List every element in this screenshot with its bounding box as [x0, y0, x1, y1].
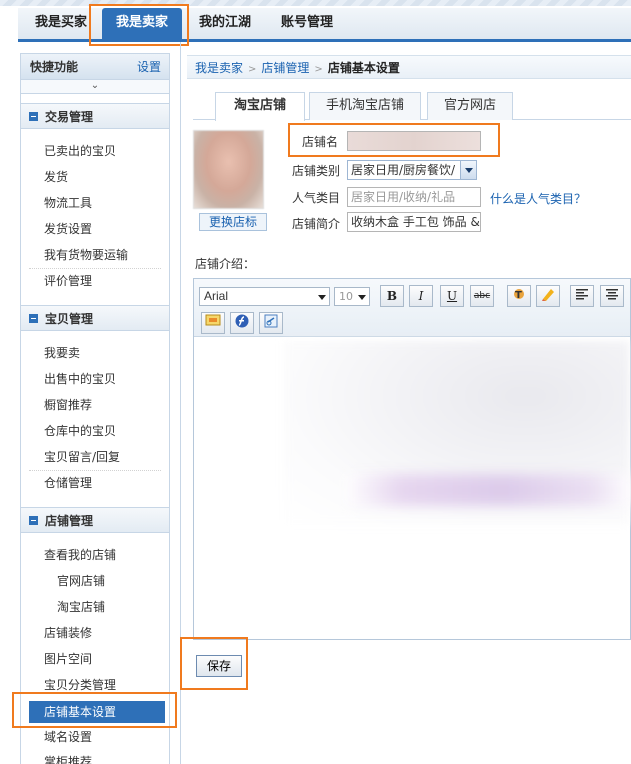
highlight-basic-settings: [12, 692, 177, 728]
collapse-icon: [29, 112, 38, 121]
align-center-icon[interactable]: [600, 285, 624, 307]
shop-category-value: 居家日用/厨房餐饮/: [351, 163, 456, 177]
font-size-select[interactable]: 10: [334, 287, 370, 306]
shop-category-select[interactable]: 居家日用/厨房餐饮/: [347, 160, 477, 180]
divider: [29, 470, 161, 471]
section-shop-management[interactable]: 店铺管理: [21, 507, 169, 533]
svg-text:T: T: [515, 290, 522, 301]
font-family-select[interactable]: Arial: [199, 287, 330, 306]
popular-category-help-link[interactable]: 什么是人气类目？: [490, 190, 586, 207]
highlight-save-button: [180, 637, 248, 690]
breadcrumb-current: 店铺基本设置: [327, 61, 400, 75]
text-color-icon[interactable]: T: [507, 285, 531, 307]
sidebar-item-reviews[interactable]: 评价管理: [44, 270, 169, 292]
sidebar-item-messages[interactable]: 宝贝留言/回复: [44, 446, 169, 468]
section-title: 宝贝管理: [45, 312, 94, 326]
quick-functions-header: 快捷功能 设置: [21, 54, 169, 80]
popular-category-label: 人气类目: [292, 191, 341, 205]
sidebar-item-domain[interactable]: 域名设置: [44, 726, 169, 748]
font-size-value: 10: [339, 290, 353, 303]
change-logo-button[interactable]: 更换店标: [199, 213, 267, 231]
quick-functions-title: 快捷功能: [30, 60, 79, 74]
section-title: 店铺管理: [45, 514, 94, 528]
sidebar-item-view-shop[interactable]: 查看我的店铺: [44, 544, 169, 566]
popular-category-input[interactable]: 居家日用/收纳/礼品: [347, 187, 481, 207]
divider: [29, 268, 161, 269]
shop-logo-image: [193, 130, 264, 209]
tab-jianghu[interactable]: 我的江湖: [188, 8, 262, 39]
sidebar-item-storage[interactable]: 仓储管理: [44, 472, 169, 494]
chevron-down-icon[interactable]: ⌄: [21, 80, 169, 94]
shop-tabs: 淘宝店铺 手机淘宝店铺 官方网店: [193, 92, 631, 121]
insert-flash-icon[interactable]: [230, 312, 254, 334]
sidebar-item-warehouse[interactable]: 仓库中的宝贝: [44, 420, 169, 442]
highlight-pen-icon[interactable]: [536, 285, 560, 307]
chevron-down-icon: [460, 161, 476, 179]
collapse-icon: [29, 516, 38, 525]
sidebar-item-image-space[interactable]: 图片空间: [44, 648, 169, 670]
highlight-seller-tab: [89, 4, 189, 46]
sidebar-item-transport[interactable]: 我有货物要运输: [44, 244, 169, 266]
section-item-management[interactable]: 宝贝管理: [21, 305, 169, 331]
tab-buyer[interactable]: 我是买家: [24, 8, 98, 39]
sidebar-item-decoration[interactable]: 店铺装修: [44, 622, 169, 644]
shop-intro-input[interactable]: 收纳木盒 手工包 饰品 &: [347, 212, 481, 232]
sidebar-item-sell[interactable]: 我要卖: [44, 342, 169, 364]
sidebar-item-ship-settings[interactable]: 发货设置: [44, 218, 169, 240]
quick-settings-link[interactable]: 设置: [137, 54, 161, 80]
shop-intro-label: 店铺简介: [292, 217, 341, 231]
sidebar-item-recommend[interactable]: 掌柜推荐: [44, 751, 169, 764]
breadcrumb-link-shop[interactable]: 店铺管理: [261, 61, 309, 75]
tab-official-shop[interactable]: 官方网店: [427, 92, 513, 120]
sidebar-item-taobao-shop[interactable]: 淘宝店铺: [57, 596, 182, 618]
align-left-icon[interactable]: [570, 285, 594, 307]
section-trade-management[interactable]: 交易管理: [21, 103, 169, 129]
collapse-icon: [29, 314, 38, 323]
strikethrough-button[interactable]: abc: [470, 285, 494, 307]
highlight-shop-name: [288, 123, 500, 157]
bold-button[interactable]: B: [380, 285, 404, 307]
section-title: 交易管理: [45, 110, 94, 124]
shop-category-label: 店铺类别: [292, 164, 341, 178]
chevron-right-icon: >: [314, 64, 323, 75]
rich-text-editor: Arial 10 B I U abc T: [193, 278, 631, 640]
tab-taobao-shop[interactable]: 淘宝店铺: [215, 92, 305, 121]
insert-link-icon[interactable]: [259, 312, 283, 334]
breadcrumb: 我是卖家 > 店铺管理 > 店铺基本设置: [187, 55, 631, 79]
breadcrumb-link-seller[interactable]: 我是卖家: [195, 61, 243, 75]
chevron-down-icon: [318, 295, 326, 304]
font-family-value: Arial: [204, 289, 229, 303]
italic-button[interactable]: I: [409, 285, 433, 307]
sidebar: 快捷功能 设置 ⌄ 交易管理 已卖出的宝贝 发货 物流工具 发货设置 我有货物要…: [20, 53, 170, 764]
sidebar-item-official-shop[interactable]: 官网店铺: [57, 570, 182, 592]
shop-description-label: 店铺介绍：: [195, 257, 256, 271]
chevron-right-icon: >: [248, 64, 257, 75]
chevron-down-icon: [358, 295, 366, 304]
editor-toolbar: Arial 10 B I U abc T: [194, 279, 630, 337]
tab-mobile-shop[interactable]: 手机淘宝店铺: [309, 92, 421, 120]
underline-button[interactable]: U: [440, 285, 464, 307]
sidebar-item-logistics[interactable]: 物流工具: [44, 192, 169, 214]
sidebar-item-on-sale[interactable]: 出售中的宝贝: [44, 368, 169, 390]
sidebar-item-showcase[interactable]: 橱窗推荐: [44, 394, 169, 416]
blurred-content-image: [344, 474, 631, 506]
insert-image-icon[interactable]: [201, 312, 225, 334]
tab-account[interactable]: 账号管理: [268, 8, 346, 39]
sidebar-item-sold[interactable]: 已卖出的宝贝: [44, 140, 169, 162]
sidebar-item-ship[interactable]: 发货: [44, 166, 169, 188]
